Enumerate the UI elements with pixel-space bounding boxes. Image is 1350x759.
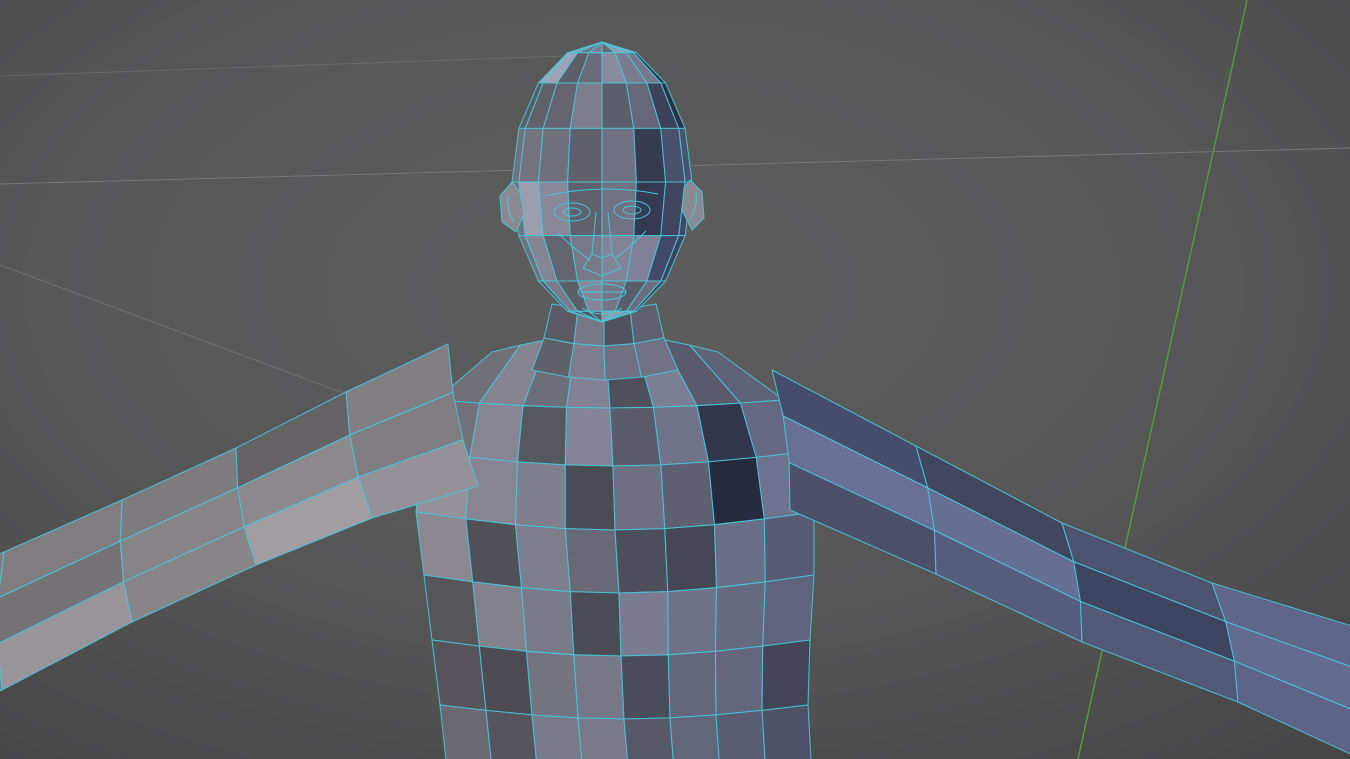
head-mesh[interactable] [511,41,693,323]
mesh-face[interactable] [660,461,716,530]
mesh-face[interactable] [577,717,630,759]
mesh-face[interactable] [633,127,667,183]
mesh-face[interactable] [439,704,494,759]
mesh-face[interactable] [465,456,519,526]
mesh-face[interactable] [564,528,620,594]
mesh-face[interactable] [713,518,766,589]
mesh-face[interactable] [761,704,812,759]
mesh-face[interactable] [669,714,721,759]
mesh-face[interactable] [573,654,625,720]
mesh-face[interactable] [415,511,474,583]
viewport-3d[interactable] [0,0,1350,759]
mesh-face[interactable] [478,645,533,716]
mesh-face[interactable] [423,574,480,647]
mesh-face[interactable] [714,581,766,652]
mesh-face[interactable] [667,650,717,719]
mesh-face[interactable] [614,528,669,594]
mesh-face[interactable] [601,127,637,183]
mesh-face[interactable] [469,402,524,463]
mesh-face[interactable] [763,511,815,583]
mesh-face[interactable] [612,464,666,531]
mesh-face[interactable] [520,587,575,656]
mesh-face[interactable] [514,461,566,530]
torso-mesh[interactable] [415,333,815,759]
mesh-face[interactable] [567,343,606,381]
mesh-face[interactable] [537,127,571,183]
mesh-face[interactable] [465,518,523,589]
mesh-face[interactable] [623,717,676,759]
mesh-face[interactable] [707,456,765,526]
mesh-face[interactable] [516,405,568,466]
mesh-face[interactable] [762,574,815,647]
mesh-face[interactable] [569,591,622,657]
mesh-face[interactable] [667,587,718,656]
mesh-face[interactable] [567,127,603,183]
mesh-face[interactable] [664,524,718,593]
mesh-face[interactable] [714,645,764,716]
mesh-face[interactable] [525,650,579,719]
mesh-face[interactable] [514,524,571,593]
mesh-face[interactable] [431,639,487,711]
mesh-face[interactable] [618,591,669,657]
mesh-face[interactable] [564,406,614,467]
mesh-face[interactable] [620,654,671,720]
mesh-face[interactable] [485,709,539,759]
mesh-face[interactable] [715,709,767,759]
mesh-face[interactable] [531,714,585,759]
mesh-face[interactable] [761,639,811,711]
viewport-canvas[interactable] [0,0,1350,759]
mesh-face[interactable] [472,581,528,652]
mesh-face[interactable] [564,464,616,531]
mesh-face[interactable] [609,406,662,467]
